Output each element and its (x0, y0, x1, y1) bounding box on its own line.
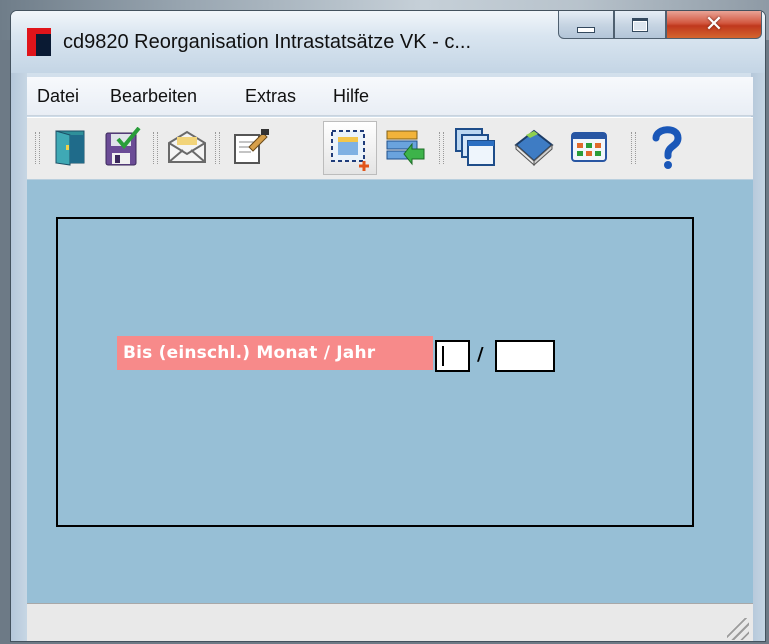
list-import-icon (386, 130, 425, 166)
form-frame (56, 217, 694, 527)
minimize-icon (577, 26, 595, 33)
mail-button[interactable] (165, 125, 209, 169)
save-check-icon (105, 127, 141, 166)
left-window-border (11, 73, 27, 641)
help-button[interactable] (645, 125, 689, 169)
cascade-windows-button[interactable] (453, 125, 497, 169)
month-input[interactable] (435, 340, 470, 372)
toolbar-grip (35, 132, 40, 164)
app-logo-icon (27, 28, 51, 56)
book-icon (514, 129, 554, 167)
help-icon (652, 126, 682, 169)
menu-extras[interactable]: Extras (245, 86, 296, 107)
status-bar (27, 603, 753, 641)
calendar-button[interactable] (567, 125, 611, 169)
maximize-button[interactable] (614, 11, 666, 39)
period-label: Bis (einschl.) Monat / Jahr (117, 336, 433, 370)
import-list-button[interactable] (383, 125, 427, 169)
windows-cascade-icon (455, 128, 495, 166)
menu-datei[interactable]: Datei (37, 86, 79, 107)
caption-buttons: ✕ (558, 11, 765, 41)
edit-document-icon (234, 129, 269, 164)
edit-button[interactable] (229, 125, 273, 169)
calendar-grid-icon (571, 132, 607, 162)
form-area: Bis (einschl.) Monat / Jahr / (27, 179, 753, 604)
save-button[interactable] (101, 125, 145, 169)
close-button[interactable]: ✕ (666, 11, 762, 39)
toolbar-separator (153, 132, 158, 164)
exit-door-icon (55, 130, 85, 166)
mail-envelope-icon (168, 130, 206, 163)
date-separator: / (477, 344, 484, 365)
minimize-button[interactable] (558, 11, 614, 39)
toolbar (27, 117, 753, 180)
toolbar-separator (439, 132, 444, 164)
right-window-border (751, 73, 765, 641)
title-bar[interactable]: cd9820 Reorganisation Intrastatsätze VK … (11, 11, 765, 73)
menu-bar: Datei Bearbeiten Extras Hilfe (27, 77, 753, 116)
exit-button[interactable] (49, 125, 93, 169)
book-button[interactable] (511, 125, 555, 169)
text-cursor (442, 346, 444, 366)
window-title: cd9820 Reorganisation Intrastatsätze VK … (63, 31, 471, 53)
toolbar-separator (631, 132, 636, 164)
new-record-button[interactable] (323, 121, 377, 175)
maximize-icon (632, 17, 648, 32)
year-input[interactable] (495, 340, 555, 372)
menu-bearbeiten[interactable]: Bearbeiten (110, 86, 197, 107)
application-window: cd9820 Reorganisation Intrastatsätze VK … (10, 10, 766, 642)
close-icon: ✕ (704, 12, 724, 37)
resize-grip-icon[interactable] (727, 618, 749, 640)
new-record-icon (331, 130, 369, 171)
menu-hilfe[interactable]: Hilfe (333, 86, 369, 107)
toolbar-separator (215, 132, 220, 164)
